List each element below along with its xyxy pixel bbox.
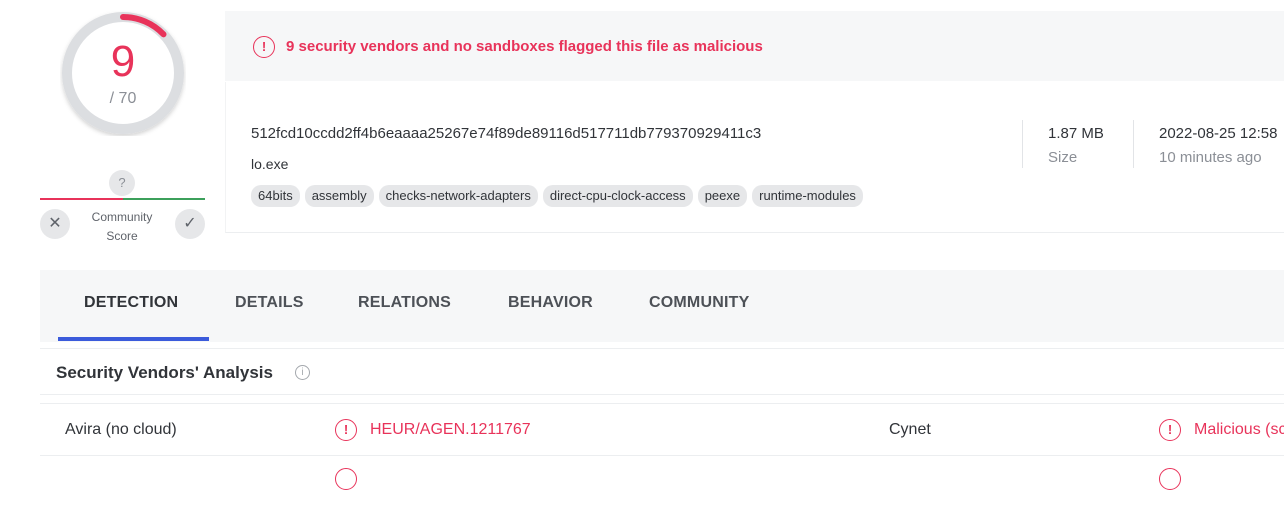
alert-icon — [335, 468, 357, 490]
vendor-name: Cynet — [889, 421, 931, 438]
file-info-card: 512fcd10ccdd2ff4b6eaaaa25267e74f89de8911… — [225, 82, 1284, 233]
close-icon: ✕ — [48, 215, 62, 232]
tab-community[interactable]: COMMUNITY — [649, 294, 749, 312]
detection-score-gauge: 9 / 70 — [60, 10, 186, 136]
security-vendors-header: Security Vendors' Analysis i — [40, 348, 1284, 395]
info-icon[interactable]: i — [295, 365, 310, 380]
active-tab-indicator — [58, 337, 209, 341]
meta-divider — [1022, 120, 1023, 168]
detection-count: 9 — [110, 37, 136, 86]
alert-icon: ! — [335, 419, 357, 441]
vendor-name: Avira (no cloud) — [65, 421, 177, 438]
tab-relations[interactable]: RELATIONS — [358, 294, 451, 312]
table-row: Avira (no cloud) ! HEUR/AGEN.1211767 Cyn… — [40, 403, 1284, 455]
tab-details[interactable]: DETAILS — [235, 294, 304, 312]
vote-malicious-button[interactable]: ✕ — [40, 209, 70, 239]
community-bar-positive — [123, 198, 205, 200]
tab-behavior[interactable]: BEHAVIOR — [508, 294, 593, 312]
vote-harmless-button[interactable]: ✓ — [175, 209, 205, 239]
community-score-unknown-icon: ? — [109, 170, 135, 196]
last-analysis-date: 2022-08-25 12:58 — [1159, 125, 1278, 142]
last-analysis-relative: 10 minutes ago — [1159, 149, 1262, 166]
tag-64bits[interactable]: 64bits — [251, 185, 300, 207]
community-score-label: Community Score — [72, 208, 172, 246]
file-name: lo.exe — [251, 156, 289, 172]
check-icon: ✓ — [183, 215, 197, 232]
malicious-alert-banner: ! 9 security vendors and no sandboxes fl… — [225, 11, 1284, 81]
alert-icon: ! — [1159, 419, 1181, 441]
tag-checks-network-adapters[interactable]: checks-network-adapters — [378, 185, 538, 207]
table-row — [40, 455, 1284, 507]
community-label-line2: Score — [106, 229, 138, 243]
file-tags: 64bits assembly checks-network-adapters … — [251, 185, 863, 207]
detection-result: Malicious (sc — [1194, 421, 1284, 438]
alert-icon: ! — [253, 36, 275, 58]
meta-divider — [1133, 120, 1134, 168]
community-bar-negative — [40, 198, 123, 200]
tag-assembly[interactable]: assembly — [304, 185, 374, 207]
tag-peexe[interactable]: peexe — [697, 185, 748, 207]
file-size-value: 1.87 MB — [1048, 125, 1104, 142]
file-hash[interactable]: 512fcd10ccdd2ff4b6eaaaa25267e74f89de8911… — [251, 125, 761, 142]
file-size-label: Size — [1048, 149, 1078, 166]
report-tabs: DETECTION DETAILS RELATIONS BEHAVIOR COM… — [40, 270, 1284, 342]
community-label-line1: Community — [91, 210, 153, 224]
alert-text: 9 security vendors and no sandboxes flag… — [286, 38, 763, 55]
tag-direct-cpu-clock-access[interactable]: direct-cpu-clock-access — [542, 185, 693, 207]
detection-total: / 70 — [109, 90, 137, 107]
detection-result: HEUR/AGEN.1211767 — [370, 421, 531, 438]
tab-detection[interactable]: DETECTION — [84, 294, 178, 312]
section-title: Security Vendors' Analysis — [56, 363, 273, 382]
tag-runtime-modules[interactable]: runtime-modules — [752, 185, 863, 207]
alert-icon — [1159, 468, 1181, 490]
